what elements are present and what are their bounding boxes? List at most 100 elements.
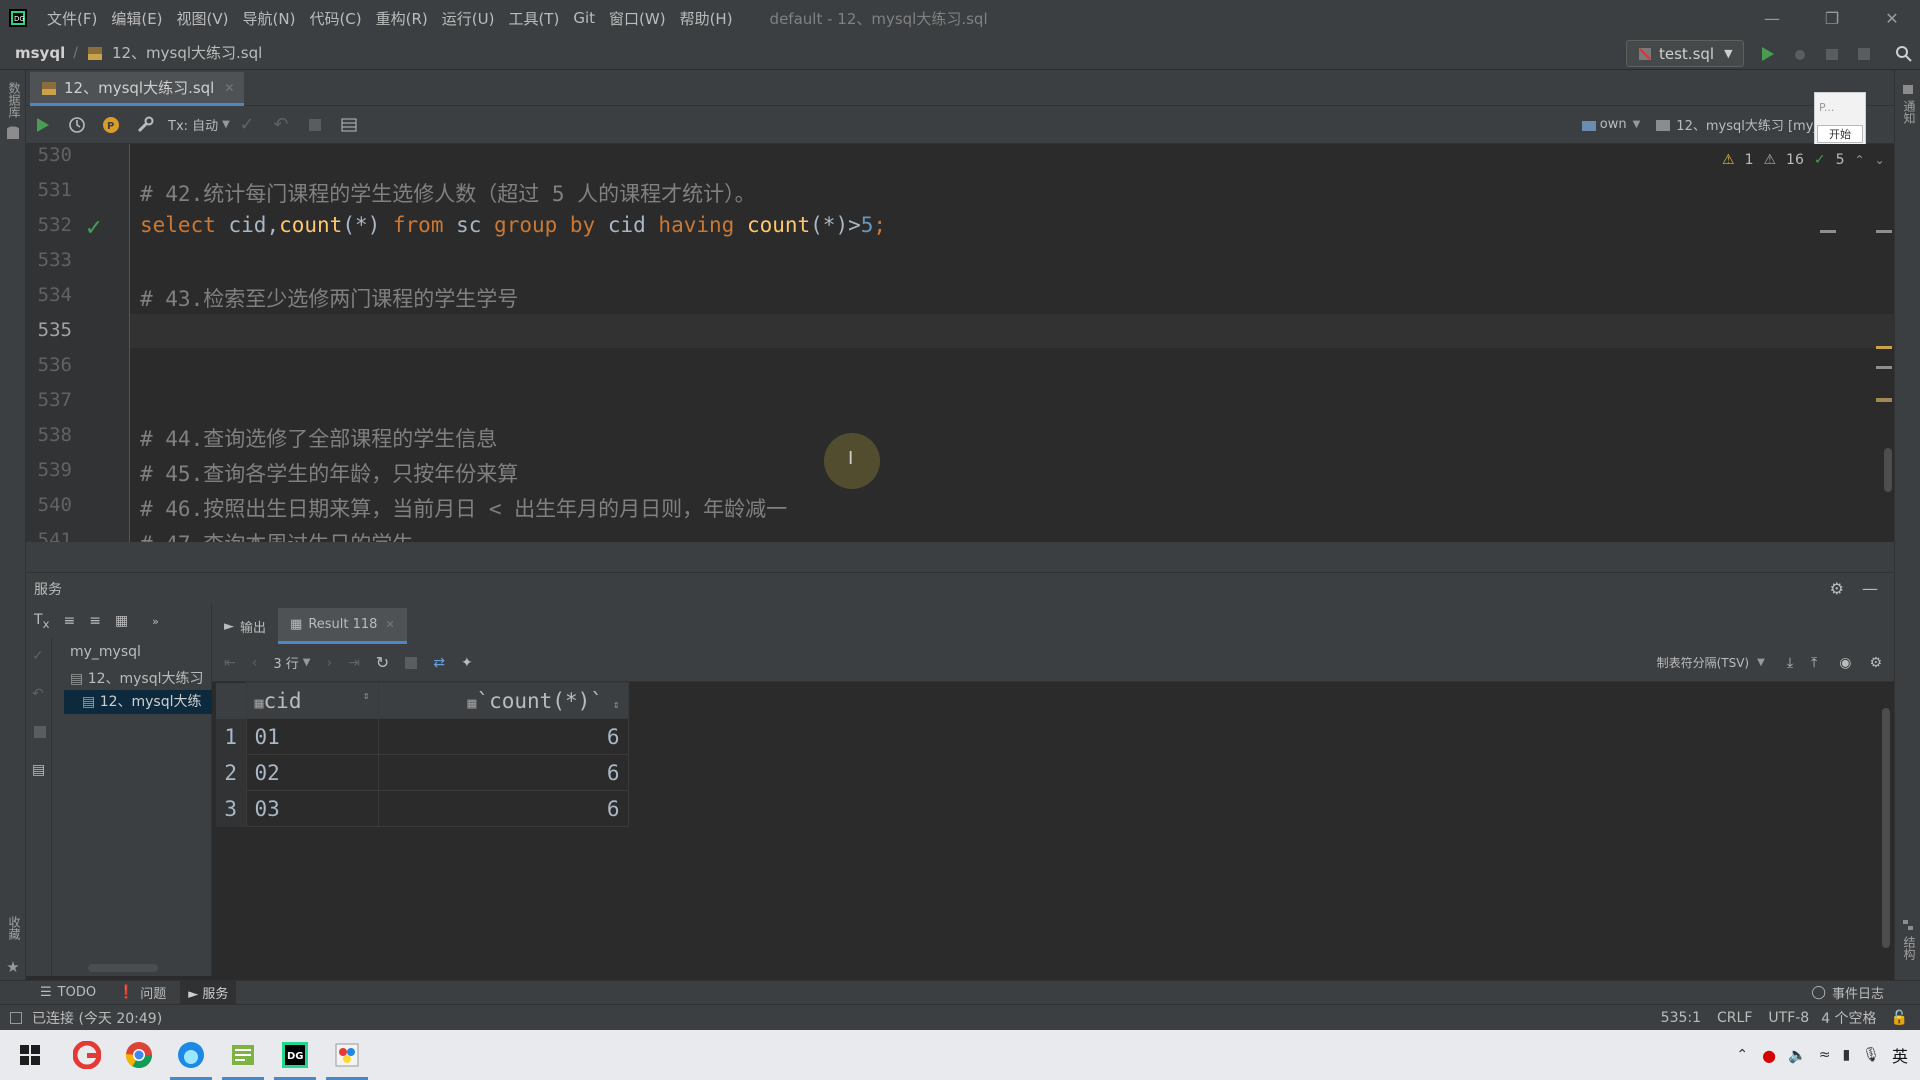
- tree-node-console[interactable]: ▤ 12、mysql大练习: [70, 668, 210, 688]
- table-row[interactable]: 2 02 6: [216, 754, 629, 791]
- last-page-icon[interactable]: ⇥: [348, 655, 360, 671]
- settings-wrench-icon[interactable]: [128, 110, 162, 140]
- close-tab-icon[interactable]: ✕: [224, 81, 234, 95]
- notifications-tool-tab[interactable]: 通知: [1901, 100, 1918, 124]
- inspection-widget[interactable]: ⚠ 1 ⚠ 16 ✓ 5 ⌃ ⌄: [1722, 152, 1885, 168]
- lock-icon[interactable]: 🔓: [1891, 1010, 1908, 1026]
- transaction-mode-select[interactable]: Tx: 自动: [168, 115, 218, 134]
- stop-icon[interactable]: [1852, 42, 1876, 66]
- layout-toggle-icon[interactable]: [10, 1011, 22, 1024]
- datagrip-icon[interactable]: DG: [270, 1030, 320, 1080]
- tx-icon[interactable]: Tx: [34, 612, 49, 631]
- export-format-select[interactable]: 制表符分隔(TSV): [1657, 654, 1750, 671]
- editor-scrollbar[interactable]: [1884, 448, 1892, 492]
- column-header-count[interactable]: ▦`count(*)` ⇕: [377, 682, 629, 719]
- expand-all-icon[interactable]: ≡: [63, 613, 75, 629]
- explain-plan-icon[interactable]: P: [94, 110, 128, 140]
- indent-setting[interactable]: 4 个空格: [1821, 1008, 1876, 1028]
- favorites-tool-tab[interactable]: 收藏: [6, 916, 23, 940]
- star-icon[interactable]: ★: [4, 958, 22, 976]
- database-icon[interactable]: [5, 126, 21, 142]
- event-log-button[interactable]: 事件日志: [1832, 983, 1884, 1002]
- line-separator[interactable]: CRLF: [1717, 1010, 1752, 1026]
- database-tool-tab[interactable]: 数据库: [6, 82, 23, 118]
- app-g-icon[interactable]: [62, 1030, 112, 1080]
- cell-count[interactable]: 6: [377, 790, 629, 827]
- run-icon[interactable]: [1756, 42, 1780, 66]
- session-icon[interactable]: ▤: [32, 762, 45, 778]
- cell-count[interactable]: 6: [377, 754, 629, 791]
- datasource-select[interactable]: 12、mysql大练习 [my_: [1676, 115, 1832, 134]
- menu-git[interactable]: Git: [566, 9, 602, 27]
- menu-navigate[interactable]: 导航(N): [236, 8, 303, 29]
- edge-icon[interactable]: [166, 1030, 216, 1080]
- menu-view[interactable]: 视图(V): [170, 8, 236, 29]
- cell-cid[interactable]: 01: [245, 718, 379, 755]
- group-icon[interactable]: ▦: [115, 613, 128, 629]
- problems-tool-button[interactable]: 问题: [140, 983, 166, 1002]
- stop-icon[interactable]: [34, 726, 46, 738]
- cell-cid[interactable]: 02: [245, 754, 379, 791]
- tab-output[interactable]: ► 输出: [212, 608, 278, 644]
- breadcrumb-file[interactable]: 12、mysql大练习.sql: [112, 42, 262, 63]
- sort-icon[interactable]: ⇕: [613, 698, 620, 711]
- menu-run[interactable]: 运行(U): [435, 8, 502, 29]
- notifications-icon[interactable]: [1901, 82, 1915, 96]
- battery-icon[interactable]: ▮: [1842, 1047, 1850, 1063]
- tree-root[interactable]: my_mysql: [70, 644, 141, 660]
- microphone-icon[interactable]: 🎙: [1862, 1047, 1880, 1063]
- notepad-icon[interactable]: [218, 1030, 268, 1080]
- chrome-icon[interactable]: [114, 1030, 164, 1080]
- floating-popup[interactable]: P... 开始: [1814, 92, 1866, 146]
- caret-position[interactable]: 535:1: [1661, 1010, 1701, 1026]
- table-row[interactable]: 1 01 6: [216, 718, 629, 755]
- ime-indicator[interactable]: 英: [1892, 1043, 1908, 1067]
- paint-icon[interactable]: [322, 1030, 372, 1080]
- editor-tab-active[interactable]: 12、mysql大练习.sql ✕: [30, 72, 244, 106]
- windows-start-icon[interactable]: [0, 1030, 60, 1080]
- start-button[interactable]: 开始: [1817, 125, 1863, 143]
- refresh-icon[interactable]: ↻: [376, 653, 389, 672]
- result-scrollbar[interactable]: [1882, 708, 1890, 948]
- compare-icon[interactable]: ⇄: [433, 655, 445, 671]
- panel-splitter[interactable]: [26, 542, 1894, 572]
- hide-panel-icon[interactable]: —: [1862, 579, 1878, 598]
- view-eye-icon[interactable]: ◉: [1839, 655, 1851, 671]
- debug-icon[interactable]: [1788, 42, 1812, 66]
- structure-icon[interactable]: [1901, 918, 1915, 932]
- todo-tool-button[interactable]: TODO: [58, 985, 96, 1000]
- history-icon[interactable]: [60, 110, 94, 140]
- coverage-icon[interactable]: [1820, 42, 1844, 66]
- rollback-icon[interactable]: ↶: [32, 686, 44, 702]
- previous-page-icon[interactable]: ‹: [252, 655, 258, 671]
- tree-node-selected[interactable]: ▤ 12、mysql大练: [64, 690, 212, 714]
- next-page-icon[interactable]: ›: [326, 655, 332, 671]
- search-icon[interactable]: [1892, 42, 1916, 66]
- menu-code[interactable]: 代码(C): [302, 8, 368, 29]
- stop-icon[interactable]: [298, 110, 332, 140]
- menu-window[interactable]: 窗口(W): [602, 8, 673, 29]
- schema-select[interactable]: own: [1600, 117, 1627, 132]
- restore-button[interactable]: ❐: [1802, 0, 1862, 36]
- tab-result[interactable]: ▦ Result 118 ✕: [278, 608, 407, 644]
- table-row[interactable]: 3 03 6: [216, 790, 629, 827]
- commit-icon[interactable]: ✓: [32, 648, 44, 664]
- collapse-all-icon[interactable]: ≡: [89, 613, 101, 629]
- chevron-up-icon[interactable]: ⌃: [1855, 153, 1865, 167]
- upload-icon[interactable]: ⤒: [1811, 655, 1817, 671]
- sort-icon[interactable]: ⇕: [363, 689, 370, 702]
- row-count-select[interactable]: 3 行: [273, 653, 298, 672]
- download-icon[interactable]: ⤓: [1787, 655, 1793, 671]
- close-tab-icon[interactable]: ✕: [385, 618, 394, 631]
- recording-icon[interactable]: ●: [1762, 1046, 1776, 1065]
- menu-file[interactable]: 文件(F): [40, 8, 104, 29]
- structure-tool-tab[interactable]: 结构: [1901, 936, 1918, 960]
- rollback-icon[interactable]: ↶: [264, 110, 298, 140]
- chevron-down-icon[interactable]: ⌄: [1875, 153, 1885, 167]
- pin-icon[interactable]: ✦: [461, 655, 473, 671]
- menu-tools[interactable]: 工具(T): [501, 8, 566, 29]
- gear-icon[interactable]: ⚙: [1869, 655, 1882, 671]
- network-icon[interactable]: ≈: [1819, 1047, 1831, 1063]
- breadcrumb-project[interactable]: msyql: [15, 44, 65, 62]
- menu-help[interactable]: 帮助(H): [673, 8, 740, 29]
